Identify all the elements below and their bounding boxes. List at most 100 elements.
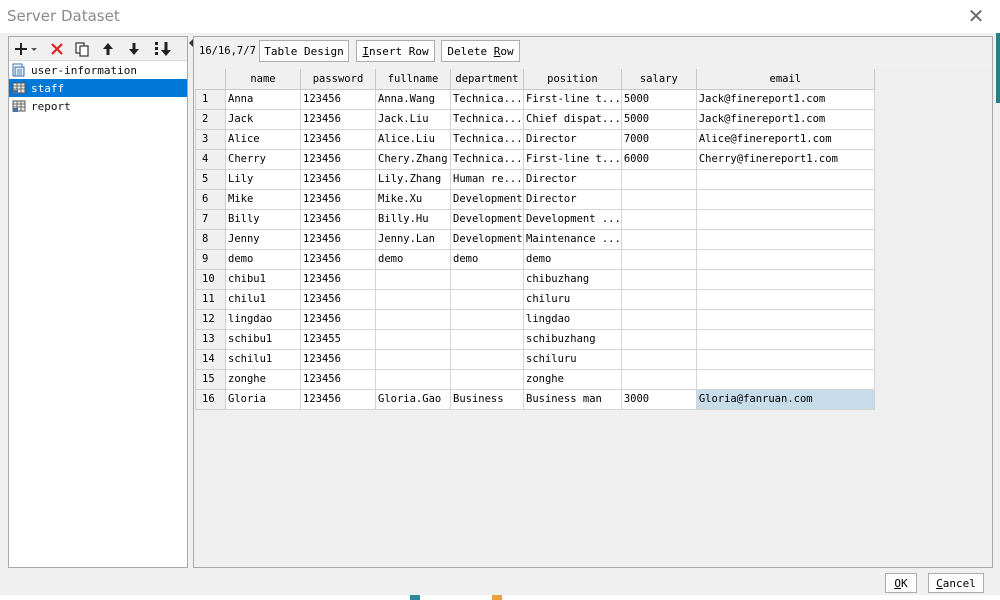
cell-password[interactable]: 123456: [300, 388, 376, 410]
cell-position[interactable]: Chief dispat...: [523, 108, 622, 130]
cell-password[interactable]: 123456: [300, 188, 376, 210]
row-number[interactable]: 6: [195, 188, 226, 210]
column-header-fullname[interactable]: fullname: [375, 69, 451, 90]
cell-name[interactable]: schilu1: [225, 348, 301, 370]
row-number[interactable]: 12: [195, 308, 226, 330]
cell-department[interactable]: [450, 348, 524, 370]
cell-position[interactable]: Development ...: [523, 208, 622, 230]
cell-salary[interactable]: 3000: [620, 388, 697, 410]
table-row[interactable]: 15 zonghe 123456 zonghe: [195, 368, 875, 390]
table-row[interactable]: 6 Mike 123456 Mike.Xu Development Director: [195, 188, 875, 210]
cell-name[interactable]: Alice: [225, 128, 301, 150]
cell-salary[interactable]: [620, 208, 697, 230]
cancel-button[interactable]: Cancel: [928, 573, 984, 593]
cell-department[interactable]: Business: [450, 388, 524, 410]
row-number[interactable]: 15: [195, 368, 226, 390]
ok-button[interactable]: OK: [885, 573, 917, 593]
column-header-password[interactable]: password: [300, 69, 376, 90]
cell-password[interactable]: 123456: [300, 168, 376, 190]
cell-position[interactable]: First-line t...: [523, 148, 622, 170]
cell-department[interactable]: Development: [450, 188, 524, 210]
move-down-button[interactable]: [124, 39, 144, 59]
cell-email[interactable]: [695, 328, 875, 350]
row-number[interactable]: 1: [195, 88, 226, 110]
cell-name[interactable]: Cherry: [225, 148, 301, 170]
cell-name[interactable]: chibu1: [225, 268, 301, 290]
cell-password[interactable]: 123456: [300, 308, 376, 330]
cell-position[interactable]: Director: [523, 188, 622, 210]
cell-salary[interactable]: [620, 268, 697, 290]
cell-department[interactable]: Technica...: [450, 128, 524, 150]
row-number[interactable]: 16: [195, 388, 226, 410]
cell-fullname[interactable]: [375, 288, 451, 310]
table-row[interactable]: 2 Jack 123456 Jack.Liu Technica... Chief disp…: [195, 108, 875, 130]
cell-name[interactable]: Jenny: [225, 228, 301, 250]
delete-button[interactable]: [47, 39, 67, 59]
table-row[interactable]: 5 Lily 123456 Lily.Zhang Human re... Director: [195, 168, 875, 190]
table-row[interactable]: 11 chilu1 123456 chiluru: [195, 288, 875, 310]
insert-row-button[interactable]: Insert Row: [356, 40, 435, 62]
cell-name[interactable]: Mike: [225, 188, 301, 210]
cell-position[interactable]: lingdao: [523, 308, 622, 330]
cell-email[interactable]: Gloria@fanruan.com: [695, 388, 875, 410]
cell-fullname[interactable]: [375, 328, 451, 350]
table-row[interactable]: 1 Anna 123456 Anna.Wang Technica... First-lin…: [195, 88, 875, 110]
cell-fullname[interactable]: [375, 368, 451, 390]
column-header-salary[interactable]: salary: [621, 69, 697, 90]
cell-email[interactable]: [695, 348, 875, 370]
cell-name[interactable]: schibu1: [225, 328, 301, 350]
cell-fullname[interactable]: Anna.Wang: [375, 88, 451, 110]
cell-salary[interactable]: [620, 348, 697, 370]
cell-email[interactable]: [695, 168, 875, 190]
table-row[interactable]: 14 schilu1 123456 schiluru: [195, 348, 875, 370]
cell-department[interactable]: Development: [450, 208, 524, 230]
cell-salary[interactable]: 6000: [620, 148, 697, 170]
cell-fullname[interactable]: Lily.Zhang: [375, 168, 451, 190]
tree-item-report[interactable]: report: [9, 97, 187, 115]
table-row[interactable]: 7 Billy 123456 Billy.Hu Development Developme…: [195, 208, 875, 230]
cell-salary[interactable]: 5000: [620, 88, 697, 110]
cell-email[interactable]: [695, 288, 875, 310]
cell-name[interactable]: zonghe: [225, 368, 301, 390]
cell-fullname[interactable]: Billy.Hu: [375, 208, 451, 230]
table-row[interactable]: 10 chibu1 123456 chibuzhang: [195, 268, 875, 290]
cell-email[interactable]: [695, 188, 875, 210]
row-number[interactable]: 5: [195, 168, 226, 190]
cell-position[interactable]: Director: [523, 168, 622, 190]
row-number[interactable]: 2: [195, 108, 226, 130]
cell-position[interactable]: demo: [523, 248, 622, 270]
cell-fullname[interactable]: [375, 308, 451, 330]
cell-department[interactable]: Technica...: [450, 88, 524, 110]
cell-password[interactable]: 123456: [300, 128, 376, 150]
cell-email[interactable]: [695, 248, 875, 270]
cell-department[interactable]: [450, 368, 524, 390]
cell-department[interactable]: [450, 268, 524, 290]
cell-position[interactable]: First-line t...: [523, 88, 622, 110]
tree-item-user-information[interactable]: user-information: [9, 61, 187, 79]
tree-item-staff[interactable]: staff: [9, 79, 187, 97]
row-number[interactable]: 4: [195, 148, 226, 170]
cell-department[interactable]: Technica...: [450, 148, 524, 170]
cell-position[interactable]: chiluru: [523, 288, 622, 310]
close-icon[interactable]: ✕: [966, 6, 986, 26]
cell-fullname[interactable]: Gloria.Gao: [375, 388, 451, 410]
cell-email[interactable]: [695, 368, 875, 390]
cell-fullname[interactable]: Chery.Zhang: [375, 148, 451, 170]
cell-password[interactable]: 123455: [300, 328, 376, 350]
cell-salary[interactable]: [620, 248, 697, 270]
table-row[interactable]: 16 Gloria 123456 Gloria.Gao Business Business…: [195, 388, 875, 410]
cell-department[interactable]: [450, 328, 524, 350]
cell-fullname[interactable]: Jenny.Lan: [375, 228, 451, 250]
cell-fullname[interactable]: [375, 348, 451, 370]
cell-email[interactable]: Jack@finereport1.com: [695, 88, 875, 110]
delete-row-button[interactable]: Delete Row: [441, 40, 520, 62]
row-number[interactable]: 8: [195, 228, 226, 250]
table-row[interactable]: 9 demo 123456 demo demo demo: [195, 248, 875, 270]
cell-email[interactable]: [695, 268, 875, 290]
cell-salary[interactable]: [620, 288, 697, 310]
cell-name[interactable]: Gloria: [225, 388, 301, 410]
move-up-button[interactable]: [98, 39, 118, 59]
cell-salary[interactable]: 7000: [620, 128, 697, 150]
cell-salary[interactable]: [620, 228, 697, 250]
cell-salary[interactable]: 5000: [620, 108, 697, 130]
